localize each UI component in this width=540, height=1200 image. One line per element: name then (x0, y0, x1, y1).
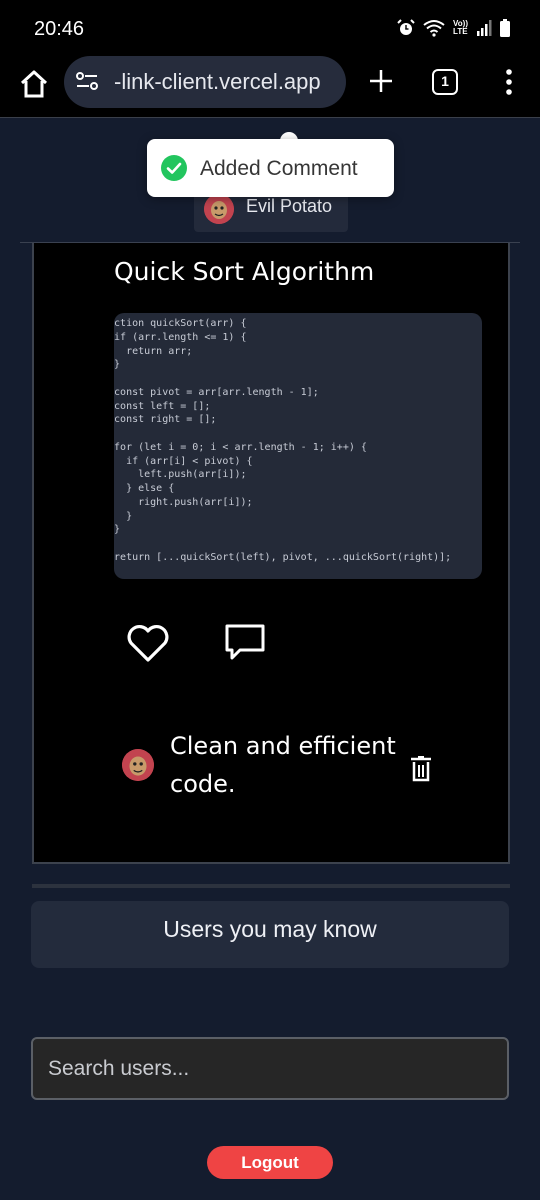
post-author-name: Evil Potato (246, 196, 333, 216)
more-menu-icon[interactable] (500, 68, 518, 96)
check-circle-icon (161, 155, 187, 181)
code-content: unction quickSort(arr) { if (arr.length … (114, 318, 452, 563)
status-bar: 20:46 Vo)) LTE (0, 0, 540, 56)
signal-icon (477, 20, 492, 36)
alarm-icon (397, 19, 415, 35)
home-icon[interactable] (16, 66, 52, 102)
search-users-input[interactable] (31, 1037, 509, 1100)
post-card: Quick Sort Algorithm unction quickSort(a… (32, 243, 510, 864)
avatar (122, 749, 154, 781)
status-time: 20:46 (34, 18, 85, 40)
battery-icon (500, 19, 510, 37)
wifi-icon (423, 20, 445, 37)
new-tab-icon[interactable] (368, 68, 394, 94)
url-text: -link-client.vercel.app (114, 69, 321, 94)
status-icons: Vo)) LTE (397, 19, 510, 37)
avatar (204, 194, 234, 224)
users-you-may-know-card[interactable]: Users you may know (31, 901, 509, 968)
comment-icon[interactable] (224, 623, 266, 663)
trash-icon[interactable] (410, 756, 432, 782)
tab-switcher-button[interactable]: 1 (432, 69, 458, 95)
divider (32, 884, 510, 888)
heart-icon[interactable] (126, 623, 170, 663)
site-settings-icon[interactable] (76, 72, 98, 90)
logout-button[interactable]: Logout (207, 1146, 333, 1179)
post-title: Quick Sort Algorithm (114, 257, 375, 286)
toast-notification: Added Comment (147, 139, 394, 197)
comment-text: Clean and efficient code. (170, 732, 396, 798)
code-block: unction quickSort(arr) { if (arr.length … (114, 313, 482, 579)
browser-bar: -link-client.vercel.app 1 (0, 56, 540, 118)
address-bar[interactable]: -link-client.vercel.app (64, 56, 346, 108)
toast-message: Added Comment (200, 157, 358, 180)
comment-item: Clean and efficient code. (122, 727, 442, 817)
volte-icon: Vo)) LTE (453, 19, 468, 36)
